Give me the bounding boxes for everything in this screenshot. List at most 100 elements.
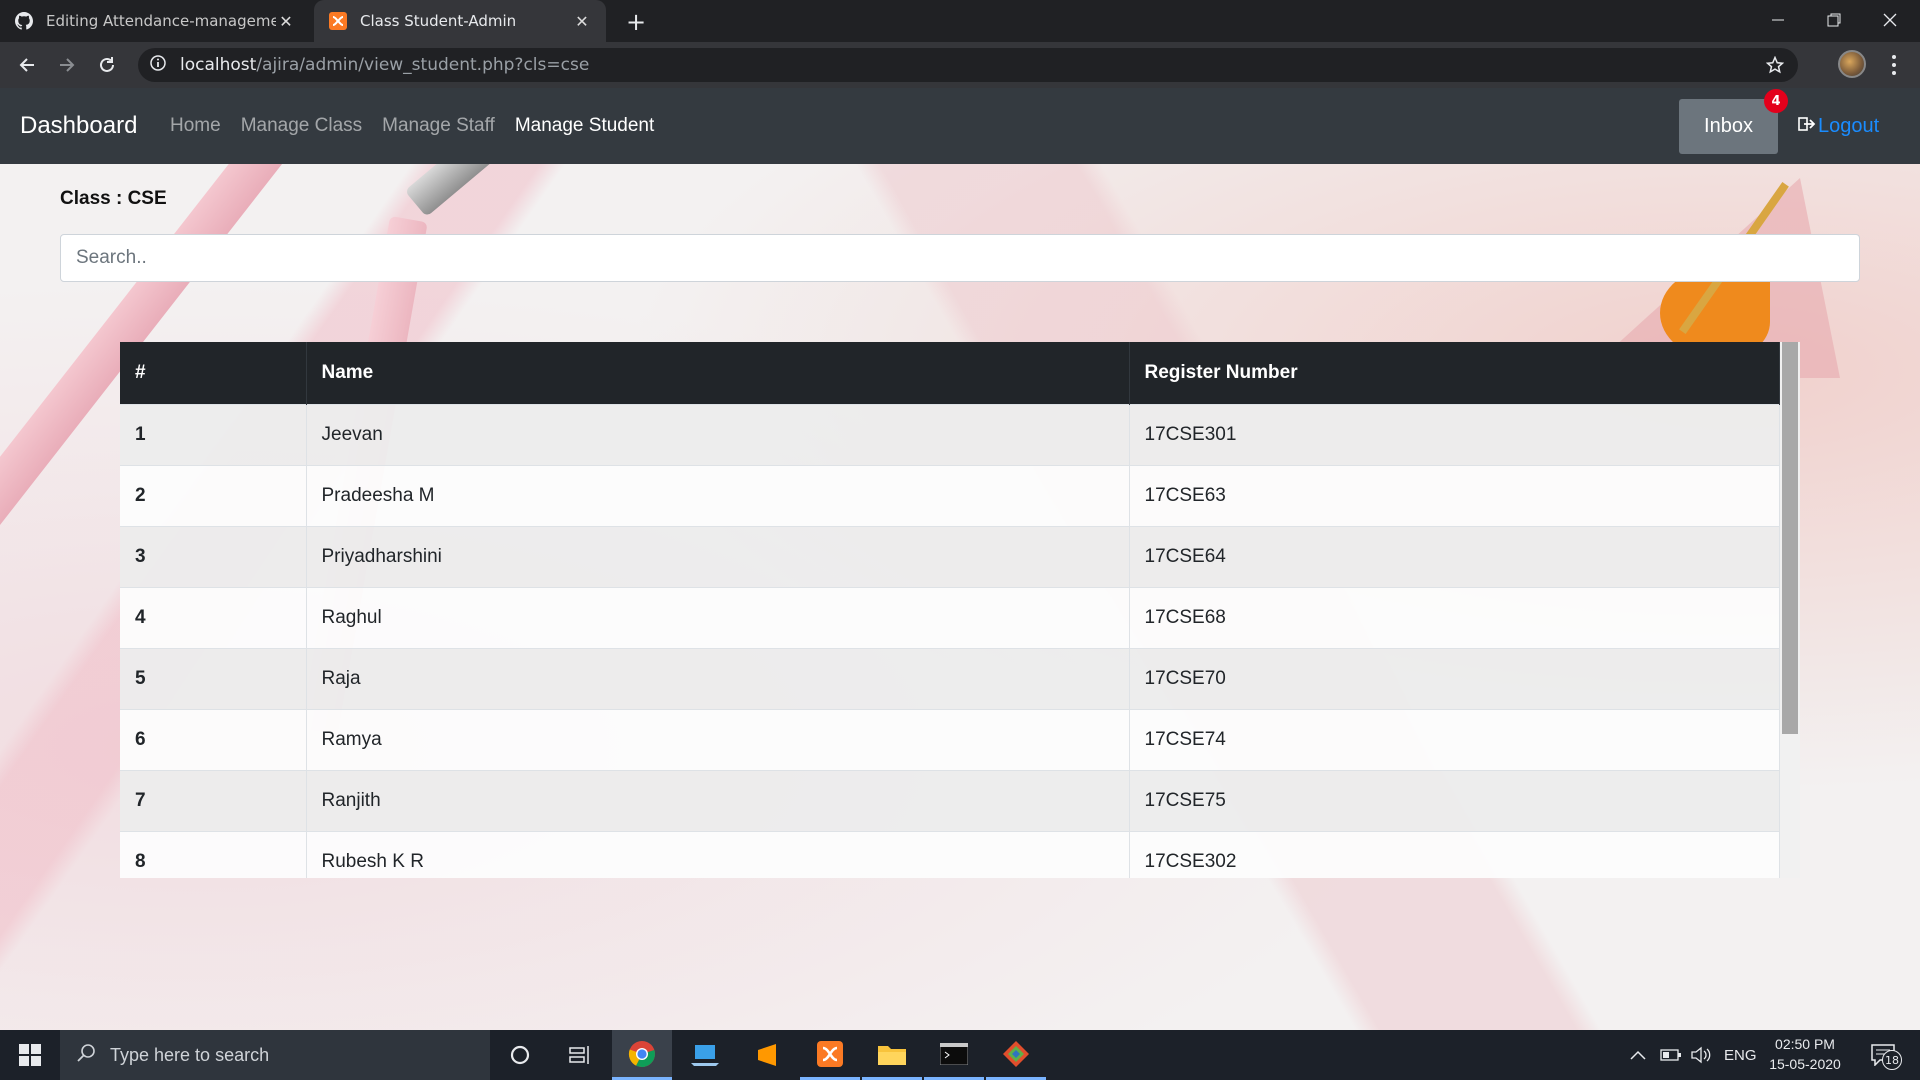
nav-link-manage-student[interactable]: Manage Student — [515, 115, 654, 137]
taskbar-search-box[interactable]: Type here to search — [60, 1030, 490, 1080]
row-number: 3 — [120, 525, 307, 587]
row-number: 4 — [120, 586, 307, 648]
input-language-indicator[interactable]: ENG — [1724, 1030, 1757, 1080]
browser-menu-icon[interactable] — [1884, 50, 1904, 80]
table-row: 3 Priyadharshini 17CSE64 — [120, 525, 1780, 587]
row-number: 6 — [120, 708, 307, 770]
folder-icon[interactable] — [862, 1030, 922, 1080]
logout-icon — [1798, 115, 1816, 138]
student-name: Rubesh K R — [306, 830, 1130, 878]
browser-tab-strip: Editing Attendance-management ✕ Class St… — [0, 0, 1920, 42]
profile-avatar[interactable] — [1838, 50, 1866, 78]
student-name: Ramya — [306, 708, 1130, 770]
navbar-brand[interactable]: Dashboard — [20, 88, 137, 164]
chrome-icon[interactable] — [612, 1030, 672, 1080]
row-number: 7 — [120, 769, 307, 831]
register-number: 17CSE74 — [1129, 708, 1780, 770]
close-tab-icon[interactable]: ✕ — [276, 11, 296, 31]
student-name: Ranjith — [306, 769, 1130, 831]
tab-title: Class Student-Admin — [360, 12, 517, 30]
register-number: 17CSE68 — [1129, 586, 1780, 648]
table-header-row: # Name Register Number — [120, 342, 1780, 404]
student-name: Pradeesha M — [306, 464, 1130, 526]
nav-link-manage-staff[interactable]: Manage Staff — [382, 115, 495, 137]
table-row: 1 Jeevan 17CSE301 — [120, 403, 1780, 465]
cortana-icon[interactable] — [490, 1030, 550, 1080]
task-view-icon[interactable] — [550, 1030, 610, 1080]
sublime-text-icon[interactable] — [737, 1030, 797, 1080]
register-number: 17CSE302 — [1129, 830, 1780, 878]
action-center-icon[interactable]: 18 — [1866, 1038, 1902, 1072]
clock-date: 15-05-2020 — [1769, 1056, 1841, 1072]
table-row: 4 Raghul 17CSE68 — [120, 586, 1780, 648]
inbox-button[interactable]: Inbox — [1679, 99, 1778, 154]
new-tab-button[interactable]: + — [622, 8, 650, 36]
student-table-container: # Name Register Number 1 Jeevan 17CSE301… — [120, 342, 1800, 878]
url-path: /ajira/admin/view_student.php?cls=cse — [256, 55, 590, 75]
register-number: 17CSE64 — [1129, 525, 1780, 587]
tab-class-student-admin[interactable]: Class Student-Admin ✕ — [314, 0, 606, 42]
close-window-icon[interactable] — [1862, 0, 1918, 40]
table-row: 2 Pradeesha M 17CSE63 — [120, 464, 1780, 526]
navbar-links: Home Manage Class Manage Staff Manage St… — [170, 88, 654, 164]
url-text: localhost/ajira/admin/view_student.php?c… — [180, 55, 589, 75]
nav-link-manage-class[interactable]: Manage Class — [241, 115, 362, 137]
browser-toolbar: localhost/ajira/admin/view_student.php?c… — [0, 42, 1920, 88]
class-label: Class : CSE — [60, 188, 167, 209]
register-number: 17CSE63 — [1129, 464, 1780, 526]
show-hidden-icons-chevron-icon[interactable] — [1630, 1030, 1646, 1080]
table-row: 7 Ranjith 17CSE75 — [120, 769, 1780, 831]
windows-taskbar: Type here to search ENG 02:50 PM 15-05-2… — [0, 1030, 1920, 1080]
student-name: Raghul — [306, 586, 1130, 648]
system-clock[interactable]: 02:50 PM 15-05-2020 — [1760, 1034, 1850, 1074]
restore-window-icon[interactable] — [1806, 0, 1862, 40]
xampp-icon — [328, 11, 348, 31]
register-number: 17CSE301 — [1129, 403, 1780, 465]
column-header-number: # — [120, 342, 307, 404]
windows-start-icon[interactable] — [0, 1030, 60, 1080]
url-host: localhost — [180, 55, 257, 75]
reload-icon[interactable] — [92, 50, 122, 80]
volume-icon[interactable] — [1690, 1030, 1712, 1080]
inbox-count-badge: 4 — [1764, 89, 1788, 113]
search-icon — [76, 1043, 96, 1068]
logout-link[interactable]: Logout — [1798, 88, 1879, 164]
info-icon[interactable] — [150, 55, 166, 75]
back-arrow-icon[interactable] — [12, 50, 42, 80]
student-name: Jeevan — [306, 403, 1130, 465]
student-table: # Name Register Number 1 Jeevan 17CSE301… — [120, 342, 1780, 878]
nav-link-home[interactable]: Home — [170, 115, 221, 137]
file-explorer-laptop-icon[interactable] — [675, 1030, 735, 1080]
notification-count-badge: 18 — [1882, 1050, 1902, 1070]
student-search-input[interactable] — [60, 234, 1860, 282]
bookmark-star-icon[interactable] — [1764, 54, 1786, 76]
table-scrollbar-thumb[interactable] — [1782, 342, 1798, 734]
student-name: Raja — [306, 647, 1130, 709]
student-name: Priyadharshini — [306, 525, 1130, 587]
register-number: 17CSE70 — [1129, 647, 1780, 709]
column-header-name: Name — [306, 342, 1130, 404]
page-content: Dashboard Home Manage Class Manage Staff… — [0, 88, 1920, 1030]
row-number: 8 — [120, 830, 307, 878]
xampp-taskbar-icon[interactable] — [800, 1030, 860, 1080]
git-gui-icon[interactable] — [986, 1030, 1046, 1080]
battery-icon[interactable] — [1660, 1030, 1682, 1080]
table-row: 5 Raja 17CSE70 — [120, 647, 1780, 709]
tab-editing-attendance[interactable]: Editing Attendance-management ✕ — [0, 0, 310, 42]
forward-arrow-icon[interactable] — [52, 50, 82, 80]
row-number: 1 — [120, 403, 307, 465]
taskbar-search-placeholder: Type here to search — [110, 1044, 270, 1065]
terminal-icon[interactable] — [924, 1030, 984, 1080]
github-icon — [14, 11, 34, 31]
top-navbar: Dashboard Home Manage Class Manage Staff… — [0, 88, 1920, 164]
minimize-window-icon[interactable] — [1750, 0, 1806, 40]
tab-title: Editing Attendance-management — [46, 12, 276, 30]
clock-time: 02:50 PM — [1775, 1036, 1835, 1052]
row-number: 2 — [120, 464, 307, 526]
table-row: 6 Ramya 17CSE74 — [120, 708, 1780, 770]
column-header-register-number: Register Number — [1129, 342, 1780, 404]
row-number: 5 — [120, 647, 307, 709]
close-tab-icon[interactable]: ✕ — [572, 11, 592, 31]
address-bar[interactable]: localhost/ajira/admin/view_student.php?c… — [138, 48, 1798, 82]
register-number: 17CSE75 — [1129, 769, 1780, 831]
